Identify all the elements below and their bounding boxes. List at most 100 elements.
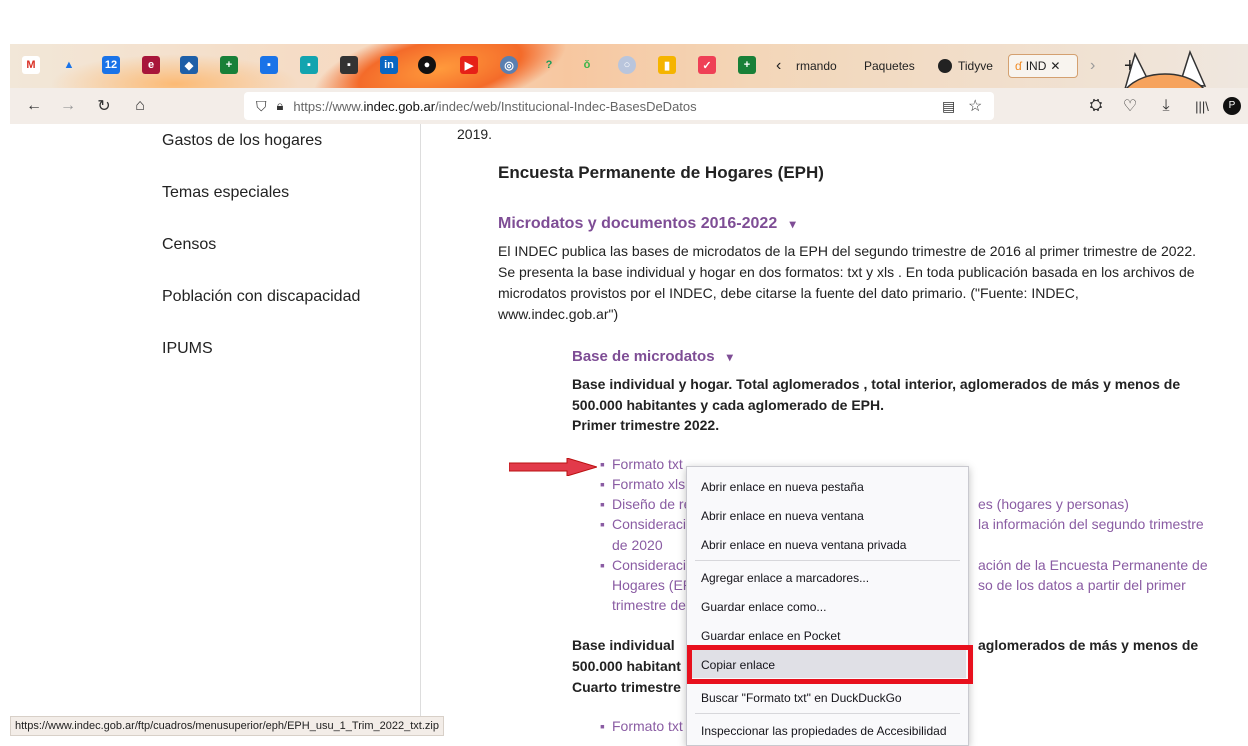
menu-item-bookmark-link[interactable]: Agregar enlace a marcadores... <box>701 568 869 588</box>
sidebar-item-ipums[interactable]: IPUMS <box>162 340 213 358</box>
github-icon[interactable]: ● <box>418 56 436 74</box>
intro-paragraph: El INDEC publica las bases de microdatos… <box>498 241 1196 325</box>
link-consideraciones-1[interactable]: Consideraci <box>612 516 686 532</box>
block2-line: Cuarto trimestre <box>572 679 681 695</box>
link-formato-txt-2[interactable]: Formato txt <box>612 718 683 734</box>
link-consideraciones-2-cont[interactable]: trimestre de <box>612 597 686 613</box>
lock-icon[interactable]: 🔒︎ <box>277 98 284 114</box>
sidebar: Gastos de los hogares Temas especiales C… <box>10 124 420 736</box>
link-consideraciones-1-right[interactable]: la información del segundo trimestre <box>978 516 1204 532</box>
menu-item-open-new-window[interactable]: Abrir enlace en nueva ventana <box>701 506 864 526</box>
tab-label: Tidyve <box>958 59 993 73</box>
library-icon[interactable]: |||\ <box>1190 94 1214 118</box>
tab-label: IND <box>1025 59 1047 73</box>
circle-icon[interactable]: ○ <box>618 56 636 74</box>
link-diseno[interactable]: Diseño de re <box>612 496 691 512</box>
meet-icon[interactable]: ▪ <box>300 56 318 74</box>
fox-theme-icon <box>1124 49 1207 88</box>
block1-line: 500.000 habitantes y cada aglomerado de … <box>572 396 885 413</box>
tab-label: rmando <box>796 59 837 73</box>
link-consideraciones-2[interactable]: Consideraci <box>612 557 686 573</box>
link-consideraciones-1-cont[interactable]: de 2020 <box>612 537 663 553</box>
gmail-icon[interactable]: M <box>22 56 40 74</box>
navigation-bar: ← → ↻ ⌂ ⛉ 🔒︎ https://www.indec.gob.ar/in… <box>10 88 1248 124</box>
close-icon[interactable]: ✕ <box>1050 59 1060 73</box>
url-bar[interactable]: ⛉ 🔒︎ https://www.indec.gob.ar/indec/web/… <box>244 92 994 120</box>
link-consideraciones-2-right[interactable]: ación de la Encuesta Permanente de <box>978 557 1208 573</box>
reload-button[interactable]: ↻ <box>92 94 116 118</box>
reader-view-icon[interactable]: ▤ <box>942 98 955 115</box>
extensions-icon[interactable]: ⛭ <box>1084 94 1108 118</box>
chevron-down-icon[interactable]: ▾ <box>790 217 796 231</box>
tab-tidyverse[interactable]: Tidyve <box>938 54 993 78</box>
downloads-icon[interactable]: ⤓ <box>1154 94 1178 118</box>
classroom-icon[interactable]: ▪ <box>260 56 278 74</box>
profile-icon[interactable]: P <box>1220 94 1244 118</box>
menu-item-save-link[interactable]: Guardar enlace como... <box>701 597 826 617</box>
menu-item-open-new-tab[interactable]: Abrir enlace en nueva pestaña <box>701 477 864 497</box>
menu-item-open-private-window[interactable]: Abrir enlace en nueva ventana privada <box>701 535 906 555</box>
url-prefix: https://www. <box>293 98 364 114</box>
sidebar-item-discapacidad[interactable]: Población con discapacidad <box>162 288 360 306</box>
link-consideraciones-2-right[interactable]: so de los datos a partir del primer <box>978 577 1186 593</box>
pocket-icon[interactable]: ✓ <box>698 56 716 74</box>
list-item: ▪ <box>600 516 605 532</box>
help-icon[interactable]: ? <box>540 56 558 74</box>
menu-separator <box>695 713 960 714</box>
tidyverse-icon <box>938 59 952 73</box>
tab-label: Paquetes <box>864 59 915 73</box>
link-formato-xls[interactable]: Formato xls <box>612 476 685 492</box>
tab-armando[interactable]: rmando <box>796 54 837 78</box>
shield-icon[interactable]: ⛉ <box>256 98 267 115</box>
microdatos-heading[interactable]: Microdatos y documentos 2016-2022 ▾ <box>498 215 796 233</box>
sheets-icon[interactable]: + <box>220 56 238 74</box>
keep-icon[interactable]: ▮ <box>658 56 676 74</box>
leaf-icon[interactable]: ǒ <box>578 56 596 74</box>
bookmark-star-icon[interactable]: ☆ <box>968 96 982 116</box>
chevron-down-icon[interactable]: ▾ <box>727 350 733 364</box>
base-heading-label: Base de microdatos <box>572 348 715 365</box>
contacts-icon[interactable]: ▪ <box>340 56 358 74</box>
cube-icon[interactable]: ◆ <box>180 56 198 74</box>
sheets-icon-2[interactable]: + <box>738 56 756 74</box>
intro-line: www.indec.gob.ar") <box>498 306 619 322</box>
copy-link-highlight-box <box>687 645 973 684</box>
intro-line: El INDEC publica las bases de microdatos… <box>498 243 1197 259</box>
link-diseno-right[interactable]: es (hogares y personas) <box>978 496 1129 512</box>
red-arrow-annotation <box>509 458 597 476</box>
url-host: indec.gob.ar <box>363 98 436 114</box>
sidebar-item-gastos[interactable]: Gastos de los hogares <box>162 132 322 150</box>
calendar-icon[interactable]: 12 <box>102 56 120 74</box>
drive-icon[interactable]: ▲ <box>60 56 78 74</box>
menu-item-inspect-accessibility[interactable]: Inspeccionar las propiedades de Accesibi… <box>701 721 947 741</box>
forward-button[interactable]: → <box>56 94 80 118</box>
base-microdatos-heading[interactable]: Base de microdatos ▾ <box>572 348 733 365</box>
url-text[interactable]: https://www.indec.gob.ar/indec/web/Insti… <box>293 99 696 114</box>
sidebar-item-temas[interactable]: Temas especiales <box>162 184 289 202</box>
tab-scroll-left[interactable]: ‹ <box>776 54 781 78</box>
sidebar-item-censos[interactable]: Censos <box>162 236 216 254</box>
bookmark-e-icon[interactable]: e <box>142 56 160 74</box>
back-button[interactable]: ← <box>22 94 46 118</box>
tab-indec[interactable]: ɗ IND ✕ <box>1008 54 1078 78</box>
list-item: ▪ <box>600 718 605 734</box>
block2-line: 500.000 habitant <box>572 658 681 674</box>
block2-line: Base individual <box>572 637 675 653</box>
microdatos-heading-label: Microdatos y documentos 2016-2022 <box>498 215 778 232</box>
link-formato-txt[interactable]: Formato txt <box>612 456 683 472</box>
link-consideraciones-2-cont[interactable]: Hogares (EP <box>612 577 692 593</box>
list-item: ▪ <box>600 557 605 573</box>
indec-icon: ɗ <box>1015 59 1022 73</box>
youtube-icon[interactable]: ▶ <box>460 56 478 74</box>
shield-crest-icon[interactable]: ◎ <box>500 56 518 74</box>
tab-paquetes[interactable]: Paquetes <box>864 54 915 78</box>
menu-item-search-duckduckgo[interactable]: Buscar "Formato txt" en DuckDuckGo <box>701 688 902 708</box>
linkedin-icon[interactable]: in <box>380 56 398 74</box>
page-content: Gastos de los hogares Temas especiales C… <box>10 124 1248 736</box>
menu-item-save-pocket[interactable]: Guardar enlace en Pocket <box>701 626 840 646</box>
pocket-toolbar-icon[interactable]: ♡ <box>1118 94 1142 118</box>
home-button[interactable]: ⌂ <box>128 94 152 118</box>
sidebar-divider <box>420 124 421 736</box>
block1-description: Base individual y hogar. Total aglomerad… <box>572 374 1180 436</box>
tab-scroll-right[interactable]: › <box>1090 54 1095 78</box>
